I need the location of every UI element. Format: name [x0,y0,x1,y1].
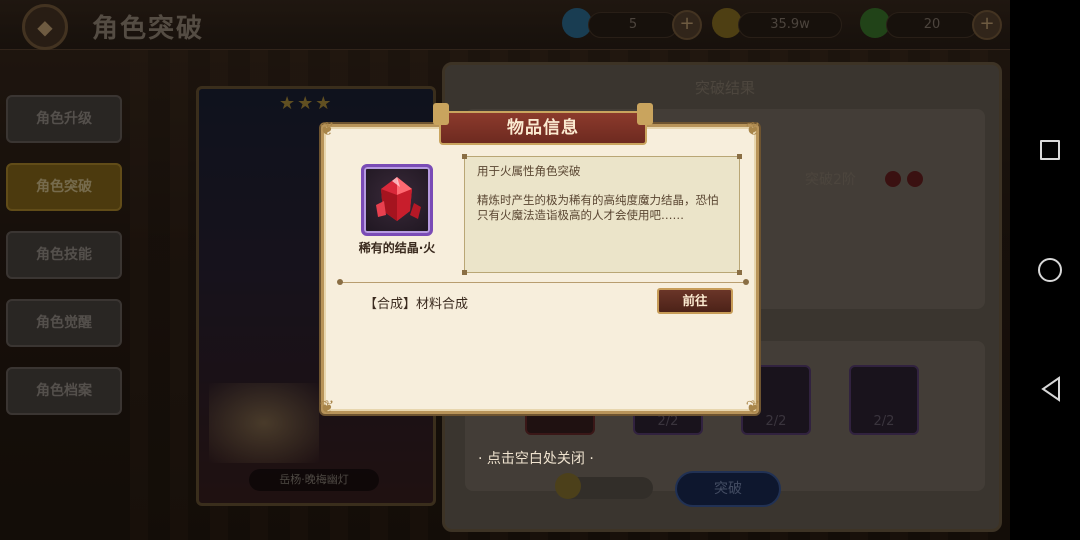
add-leaf-button[interactable]: + [972,10,1002,40]
item-description-box: 用于火属性角色突破 精炼时产生的极为稀有的高纯度魔力结晶，恐怕只有火魔法造诣极高… [462,154,742,275]
recent-apps-icon[interactable] [1040,140,1060,160]
coin-icon [555,473,581,499]
breakthrough-stage: 突破2阶 [805,172,856,188]
box-corner-dot [737,154,742,159]
green-leaf-icon [860,8,890,38]
character-name: 岳杨·晚梅幽灯 [249,469,379,491]
side-menu: 角色升级 角色突破 角色技能 角色觉醒 角色档案 [6,95,122,435]
sidebar-item-awaken[interactable]: 角色觉醒 [6,299,122,347]
dialog-divider [337,279,749,285]
item-usage-text: 用于火属性角色突破 [477,164,581,178]
blue-gem-icon [562,8,592,38]
banner-ornament-icon [637,103,653,125]
gem-counter: 5 [588,12,678,38]
breakthrough-button[interactable]: 突破 [675,471,781,507]
breakthrough-title: 突破结果 [695,79,756,97]
dialog-title: 物品信息 [507,118,579,138]
material-slot[interactable]: 2/2 [849,365,919,435]
dialog-title-banner: 物品信息 [433,103,653,145]
corner-ornament-icon: ❦ [745,119,761,140]
corner-ornament-icon: ❦ [319,397,335,418]
character-stars: ★★★ [279,93,334,114]
sidebar-item-breakthrough[interactable]: 角色突破 [6,163,122,211]
item-name: 稀有的结晶·火 [358,241,436,255]
tap-to-close-hint[interactable]: · 点击空白处关闭 · [478,448,594,468]
sidebar-item-profile[interactable]: 角色档案 [6,367,122,415]
sidebar-item-upgrade[interactable]: 角色升级 [6,95,122,143]
item-lore-text: 精炼时产生的极为稀有的高纯度魔力结晶，恐怕只有火魔法造诣极高的人才会使用吧…… [477,193,719,222]
back-diamond-icon: ◆ [37,15,53,39]
back-button[interactable]: ◆ [22,4,68,50]
lantern-glow [209,383,319,463]
cost-bar [557,477,653,499]
game-screen: ◆ 角色突破 5 + 35.9w 20 + 角色升级 角色突破 角色技能 角色觉… [0,0,1080,540]
add-gem-button[interactable]: + [672,10,702,40]
banner-ornament-icon [433,103,449,125]
red-crystal-icon [376,177,421,221]
corner-ornament-icon: ❦ [319,119,335,140]
stage-dot-icon [885,171,901,187]
top-bar: ◆ 角色突破 5 + 35.9w 20 + [0,0,1010,50]
corner-ornament-icon: ❦ [745,397,761,418]
item-source-label: 【合成】材料合成 [364,297,469,312]
goto-button[interactable]: 前往 [657,288,733,314]
leaf-counter: 20 [886,12,978,38]
screen-title: 角色突破 [92,14,205,44]
box-corner-dot [462,270,467,275]
back-triangle-icon[interactable] [1040,376,1062,402]
item-info-dialog: ❦ ❦ ❦ ❦ 物品信息 稀有的结晶·火 用于火属性角色突破 精炼时产生的极为稀… [319,103,761,418]
box-corner-dot [462,154,467,159]
item-icon-frame [361,164,433,236]
system-nav-bar [1010,0,1080,540]
gold-counter: 35.9w [738,12,842,38]
box-corner-dot [737,270,742,275]
gold-coin-icon [712,8,742,38]
sidebar-item-skills[interactable]: 角色技能 [6,231,122,279]
home-circle-icon[interactable] [1038,258,1062,282]
stage-dot-icon [907,171,923,187]
